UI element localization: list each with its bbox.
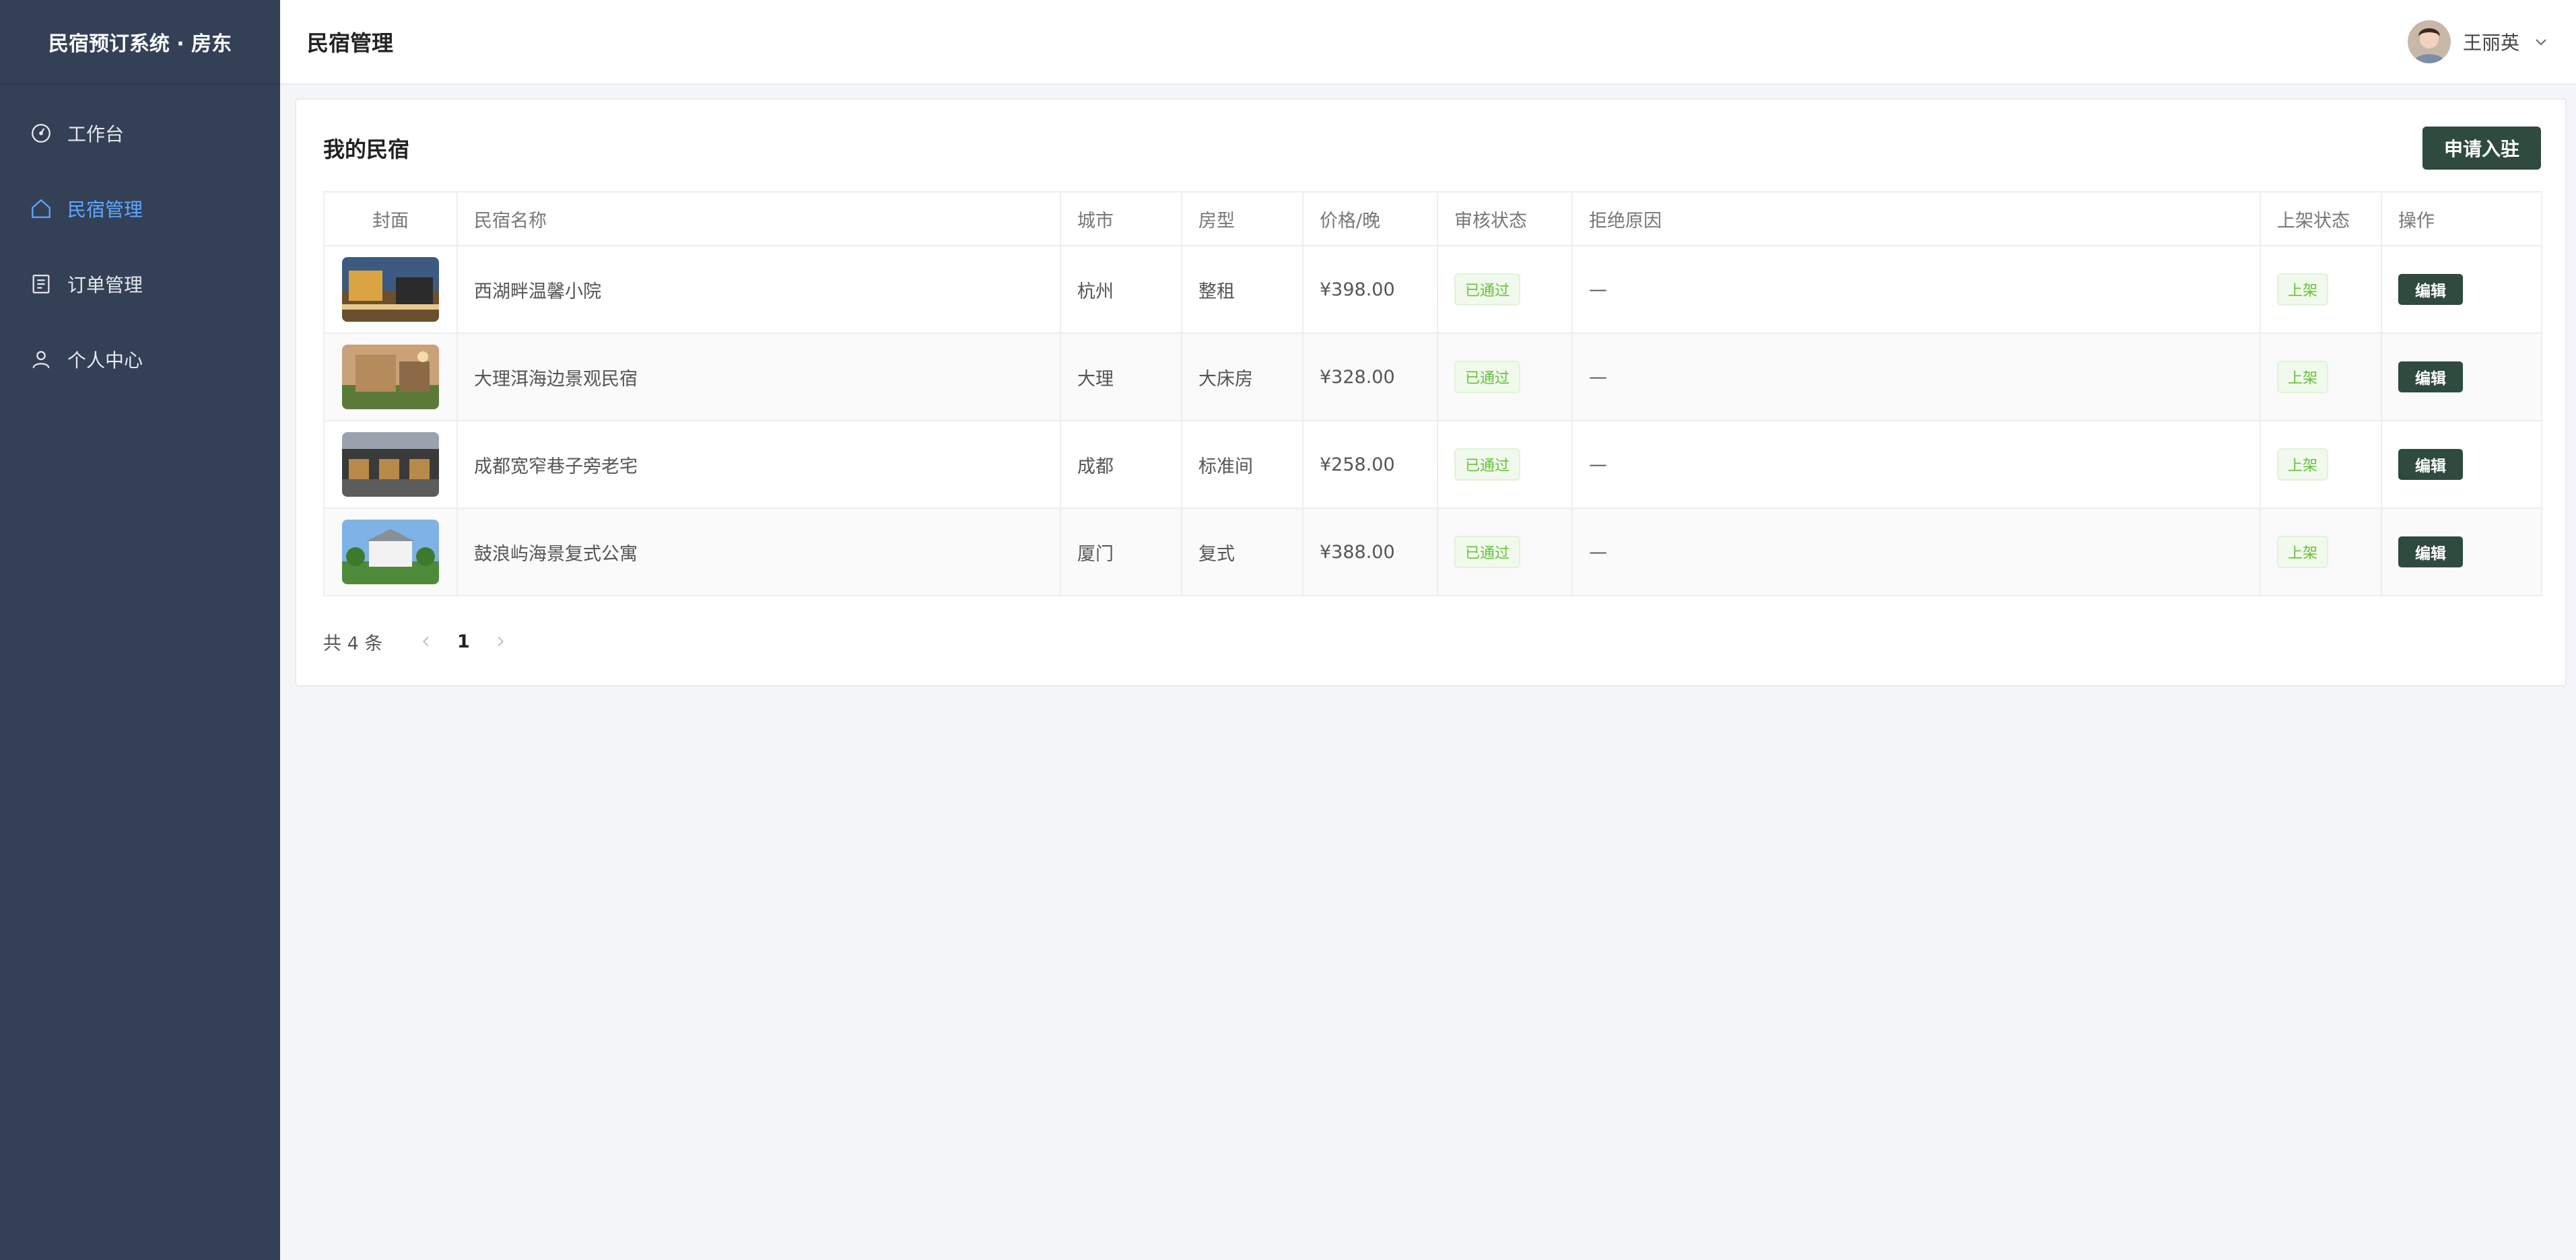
sidebar-item-workbench[interactable]: 工作台 — [0, 96, 280, 171]
edit-button[interactable]: 编辑 — [2398, 536, 2463, 567]
dashboard-icon — [32, 124, 50, 143]
cover-cell — [323, 420, 458, 509]
room-type: 大床房 — [1181, 332, 1303, 421]
sidebar-menu: 工作台 民宿管理 订单管理 个人中心 — [0, 85, 280, 397]
column-header-room-type: 房型 — [1181, 191, 1303, 246]
audit-status-cell: 已通过 — [1437, 508, 1573, 596]
actions-cell: 编辑 — [2381, 508, 2542, 596]
column-header-listing-status: 上架状态 — [2260, 191, 2382, 246]
chevron-down-icon — [2536, 39, 2546, 46]
reject-reason: — — [1571, 245, 2261, 334]
table-row: 成都宽窄巷子旁老宅 成都 标准间 ¥258.00 已通过 — 上架 编辑 — [323, 420, 2542, 509]
city: 大理 — [1060, 332, 1182, 421]
chevron-right-icon — [498, 636, 504, 647]
homestay-list-card: 我的民宿 申请入驻 封面 民宿名称 城市 房型 价格/晚 审核状态 拒绝原因 上… — [295, 98, 2567, 687]
avatar — [2407, 20, 2451, 63]
home-icon — [32, 199, 50, 218]
edit-button[interactable]: 编辑 — [2398, 449, 2463, 480]
document-icon — [32, 275, 50, 293]
sidebar: 民宿预订系统 · 房东 工作台 民宿管理 订单管理 个人中心 — [0, 0, 280, 1260]
price: ¥258.00 — [1302, 420, 1438, 509]
reject-reason: — — [1571, 508, 2261, 596]
chevron-left-icon — [423, 636, 429, 647]
homestay-table: 封面 民宿名称 城市 房型 价格/晚 审核状态 拒绝原因 上架状态 操作 西湖畔… — [323, 191, 2542, 596]
room-type: 整租 — [1181, 245, 1303, 334]
audit-status-badge: 已通过 — [1454, 361, 1521, 393]
audit-status-cell: 已通过 — [1437, 332, 1573, 421]
user-menu[interactable]: 王丽英 — [2407, 20, 2549, 63]
price: ¥328.00 — [1302, 332, 1438, 421]
homestay-name: 成都宽窄巷子旁老宅 — [456, 420, 1061, 509]
card-title: 我的民宿 — [323, 137, 410, 162]
city: 厦门 — [1060, 508, 1182, 596]
column-header-price: 价格/晚 — [1302, 191, 1438, 246]
column-header-name: 民宿名称 — [456, 191, 1061, 246]
actions-cell: 编辑 — [2381, 332, 2542, 421]
listing-status-cell: 上架 — [2260, 420, 2382, 509]
cover-image — [342, 520, 439, 584]
audit-status-badge: 已通过 — [1454, 273, 1521, 306]
cover-image — [342, 432, 439, 497]
sidebar-item-label: 个人中心 — [67, 349, 143, 372]
listing-status-badge: 上架 — [2277, 273, 2329, 306]
homestay-name: 鼓浪屿海景复式公寓 — [456, 508, 1061, 596]
user-icon — [32, 351, 50, 369]
prev-page-button[interactable] — [409, 625, 443, 658]
column-header-cover: 封面 — [323, 191, 458, 246]
top-bar: 民宿管理 王丽英 — [280, 0, 2576, 85]
table-row: 大理洱海边景观民宿 大理 大床房 ¥328.00 已通过 — 上架 编辑 — [323, 332, 2542, 421]
next-page-button[interactable] — [483, 625, 517, 658]
card-header: 我的民宿 申请入驻 — [323, 127, 2541, 170]
sidebar-item-personal-center[interactable]: 个人中心 — [0, 322, 280, 397]
listing-status-badge: 上架 — [2277, 536, 2329, 568]
audit-status-badge: 已通过 — [1454, 536, 1521, 568]
column-header-city: 城市 — [1060, 191, 1182, 246]
audit-status-badge: 已通过 — [1454, 448, 1521, 481]
listing-status-cell: 上架 — [2260, 245, 2382, 334]
reject-reason: — — [1571, 332, 2261, 421]
room-type: 复式 — [1181, 508, 1303, 596]
column-header-actions: 操作 — [2381, 191, 2542, 246]
table-row: 西湖畔温馨小院 杭州 整租 ¥398.00 已通过 — 上架 编辑 — [323, 245, 2542, 334]
cover-image — [342, 257, 439, 322]
listing-status-badge: 上架 — [2277, 361, 2329, 393]
sidebar-item-order-management[interactable]: 订单管理 — [0, 246, 280, 322]
sidebar-item-label: 民宿管理 — [67, 199, 143, 221]
edit-button[interactable]: 编辑 — [2398, 274, 2463, 305]
audit-status-cell: 已通过 — [1437, 245, 1573, 334]
homestay-name: 大理洱海边景观民宿 — [456, 332, 1061, 421]
app-brand: 民宿预订系统 · 房东 — [0, 0, 280, 85]
edit-button[interactable]: 编辑 — [2398, 361, 2463, 392]
sidebar-item-label: 订单管理 — [67, 274, 143, 296]
page-number[interactable]: 1 — [443, 631, 483, 652]
city: 杭州 — [1060, 245, 1182, 334]
column-header-reject-reason: 拒绝原因 — [1571, 191, 2261, 246]
listing-status-badge: 上架 — [2277, 448, 2329, 481]
actions-cell: 编辑 — [2381, 245, 2542, 334]
column-header-audit-status: 审核状态 — [1437, 191, 1573, 246]
room-type: 标准间 — [1181, 420, 1303, 509]
table-row: 鼓浪屿海景复式公寓 厦门 复式 ¥388.00 已通过 — 上架 编辑 — [323, 508, 2542, 596]
table-header-row: 封面 民宿名称 城市 房型 价格/晚 审核状态 拒绝原因 上架状态 操作 — [323, 191, 2542, 246]
user-name: 王丽英 — [2462, 32, 2519, 54]
price: ¥398.00 — [1302, 245, 1438, 334]
actions-cell: 编辑 — [2381, 420, 2542, 509]
price: ¥388.00 — [1302, 508, 1438, 596]
listing-status-cell: 上架 — [2260, 508, 2382, 596]
cover-image — [342, 345, 439, 409]
cover-cell — [323, 508, 458, 596]
listing-status-cell: 上架 — [2260, 332, 2382, 421]
sidebar-item-homestay-management[interactable]: 民宿管理 — [0, 171, 280, 246]
page-title: 民宿管理 — [307, 30, 394, 56]
apply-join-button[interactable]: 申请入驻 — [2422, 127, 2541, 170]
pagination: 共 4 条 1 — [323, 625, 517, 658]
city: 成都 — [1060, 420, 1182, 509]
sidebar-item-label: 工作台 — [67, 123, 125, 145]
cover-cell — [323, 245, 458, 334]
reject-reason: — — [1571, 420, 2261, 509]
cover-cell — [323, 332, 458, 421]
pagination-total: 共 4 条 — [323, 633, 383, 654]
audit-status-cell: 已通过 — [1437, 420, 1573, 509]
homestay-name: 西湖畔温馨小院 — [456, 245, 1061, 334]
